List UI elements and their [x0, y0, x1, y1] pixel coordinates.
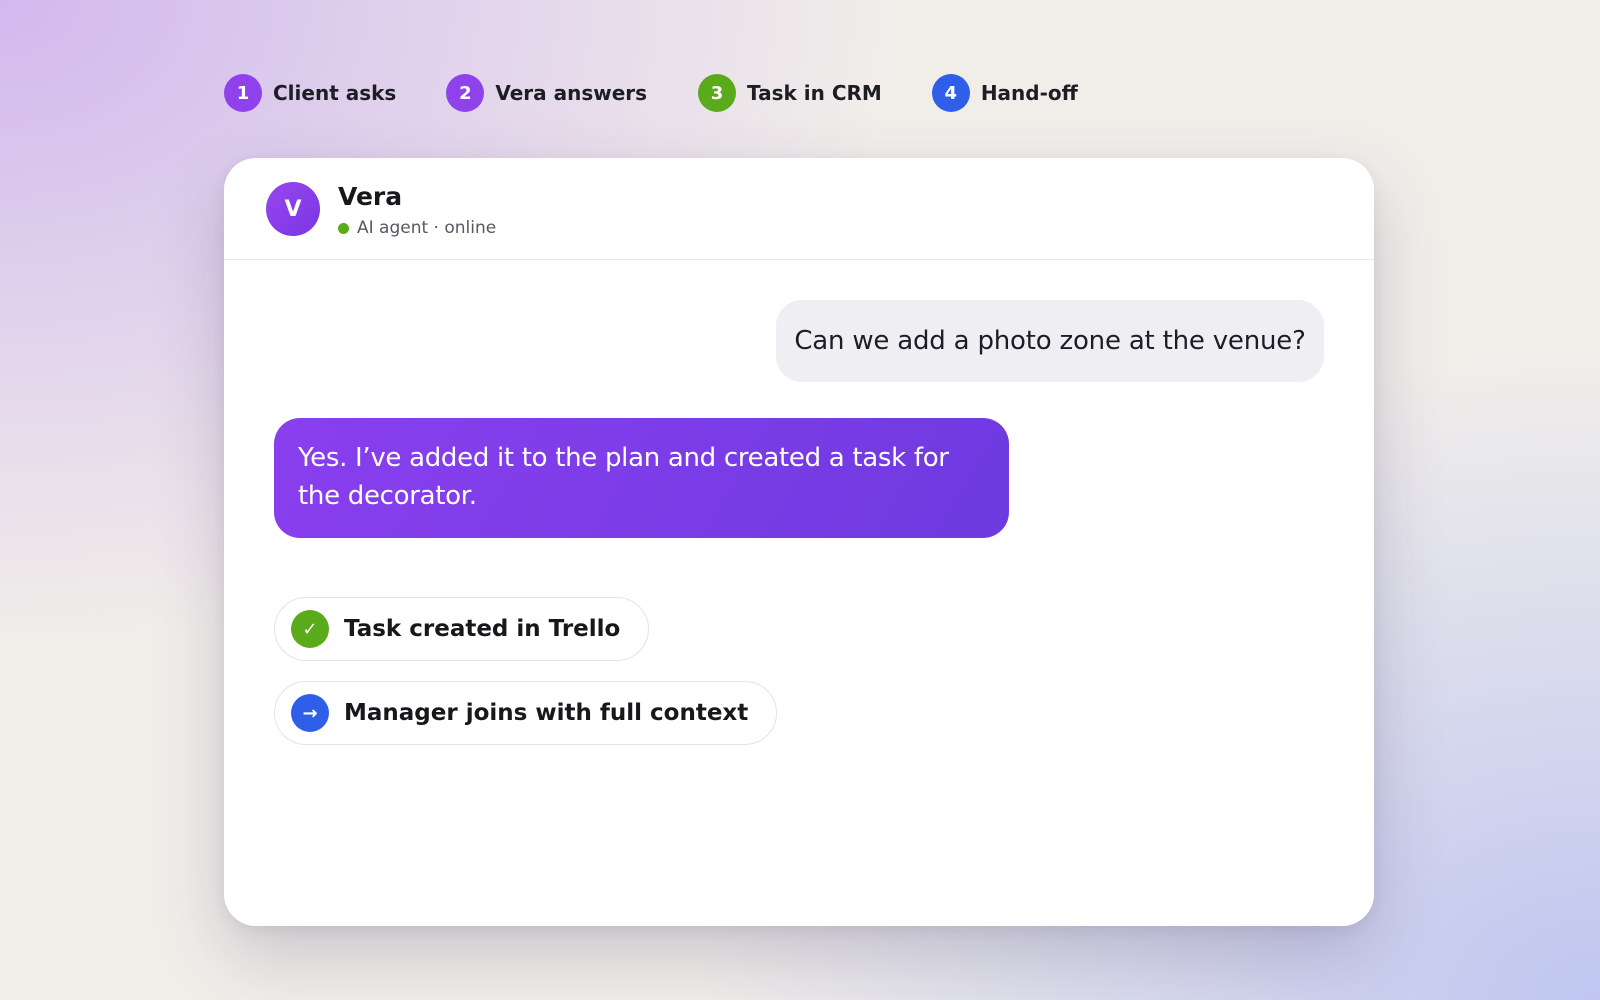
action-chip-task-created[interactable]: ✓ Task created in Trello	[274, 597, 650, 661]
chat-header: V Vera AI agent · online	[224, 158, 1374, 260]
agent-name: Vera	[338, 182, 403, 211]
step-number-badge: 1	[224, 74, 262, 112]
action-chip-manager-joins[interactable]: → Manager joins with full context	[274, 681, 778, 745]
step-task-in-crm: 3 Task in CRM	[698, 74, 882, 112]
step-label: Hand-off	[980, 81, 1078, 105]
chat-window: V Vera AI agent · online Can we add a ph…	[224, 158, 1374, 926]
step-label: Client asks	[273, 81, 397, 105]
step-number-badge: 3	[698, 74, 737, 112]
arrow-right-icon: →	[291, 694, 329, 732]
user-message-bubble: Can we add a photo zone at the venue?	[776, 300, 1324, 382]
check-icon: ✓	[291, 610, 329, 648]
step-client-asks: 1 Client asks	[224, 74, 396, 112]
agent-status-text: AI agent · online	[357, 218, 497, 238]
action-chip-label: Task created in Trello	[344, 616, 621, 642]
step-hand-off: 4 Hand-off	[931, 74, 1078, 112]
steps-bar: 1 Client asks 2 Vera answers 3 Task in C…	[224, 74, 1078, 112]
step-label: Task in CRM	[747, 81, 882, 105]
agent-message-bubble: Yes. I’ve added it to the plan and creat…	[274, 418, 1009, 538]
online-status-icon	[338, 222, 349, 234]
step-vera-answers: 2 Vera answers	[446, 74, 647, 112]
step-number-badge: 2	[446, 74, 485, 112]
step-number-badge: 4	[931, 74, 970, 112]
step-label: Vera answers	[495, 81, 648, 105]
avatar: V	[266, 182, 320, 236]
action-chip-label: Manager joins with full context	[344, 700, 749, 726]
agent-status: AI agent · online	[338, 218, 496, 238]
